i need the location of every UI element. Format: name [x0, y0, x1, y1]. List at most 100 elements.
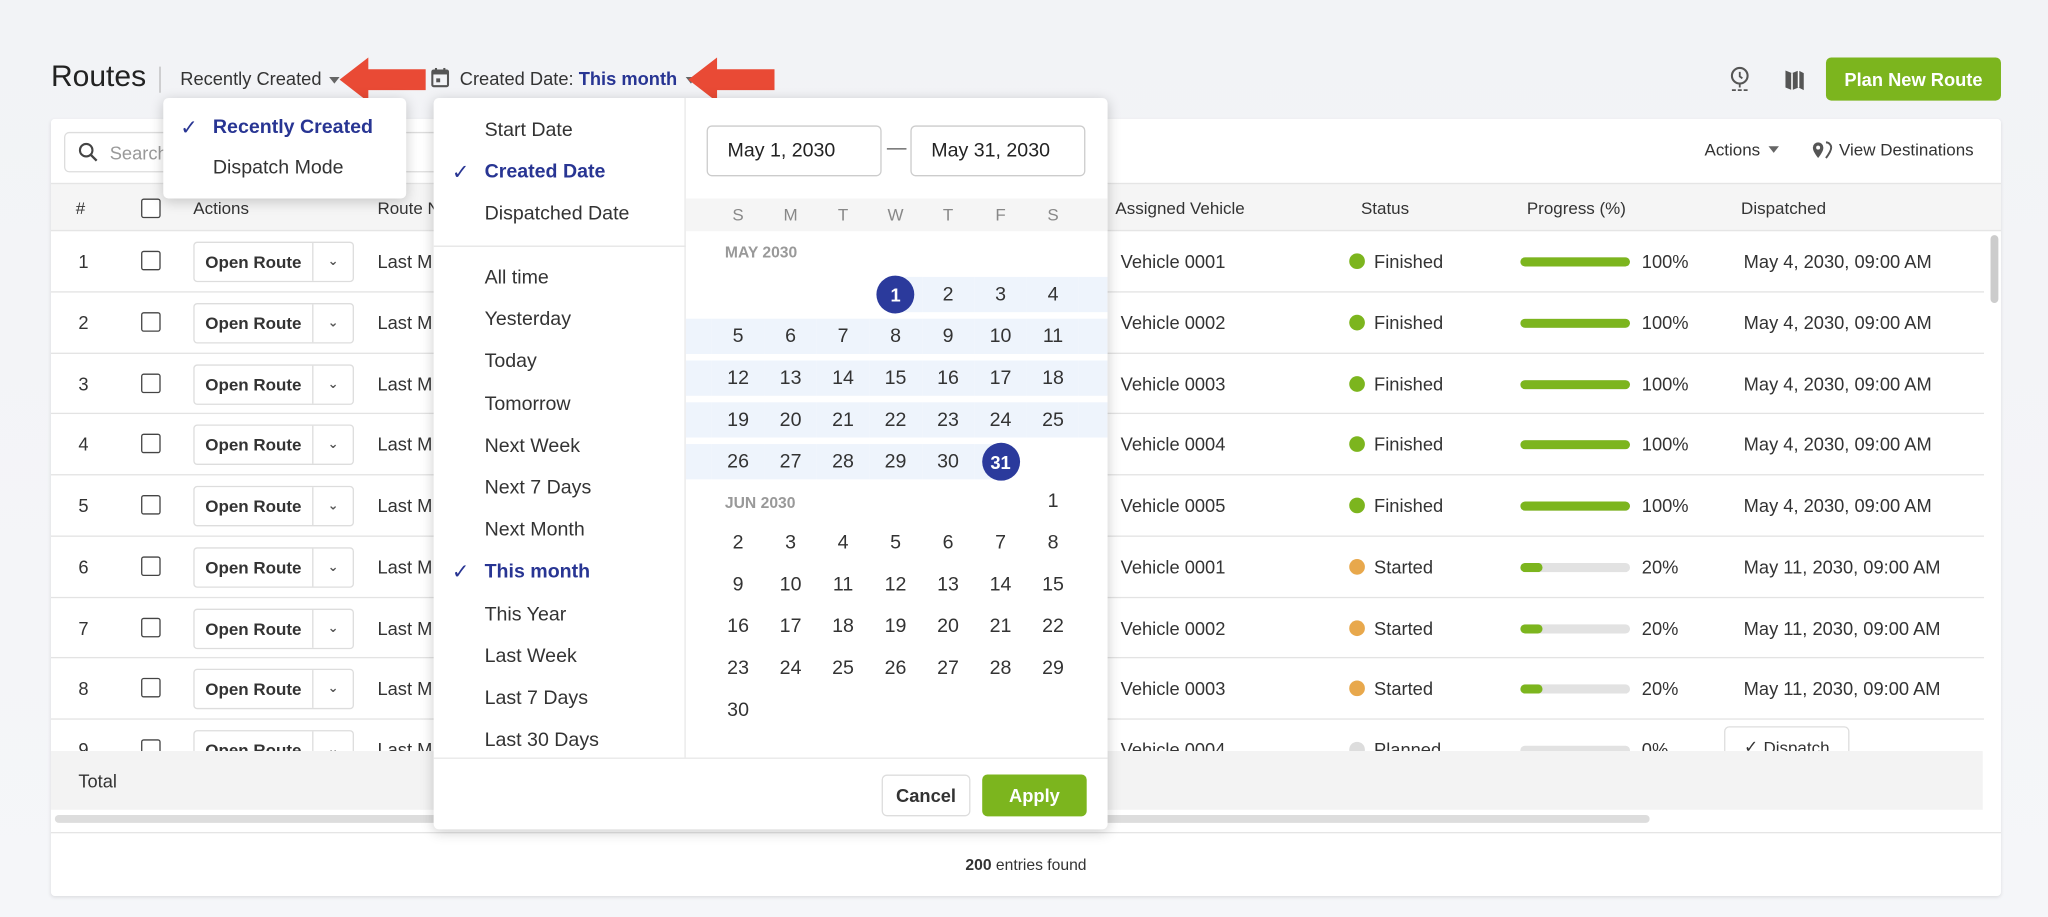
open-route-button[interactable]: Open Route [195, 365, 314, 403]
column-header-dispatched[interactable]: Dispatched [1741, 199, 1826, 219]
calendar-day[interactable]: 2 [921, 276, 975, 313]
column-header-assigned-vehicle[interactable]: Assigned Vehicle [1115, 199, 1244, 219]
date-type-option[interactable]: Start Date [434, 119, 685, 141]
open-route-button[interactable]: Open Route [195, 548, 314, 587]
date-type-option[interactable]: Dispatched Date [434, 202, 685, 224]
calendar-day[interactable]: 5 [711, 318, 765, 354]
calendar-day[interactable]: 24 [974, 402, 1027, 438]
date-preset-option[interactable]: This Year [434, 603, 685, 625]
chevron-down-icon[interactable]: ⌄ [313, 548, 352, 586]
date-preset-option[interactable]: ✓ This month [434, 561, 685, 585]
calendar-day[interactable]: 13 [764, 360, 817, 396]
route-name[interactable]: Last M [377, 373, 432, 394]
calendar-day[interactable]: 28 [816, 444, 870, 480]
calendar-day[interactable]: 19 [869, 609, 921, 644]
calendar-day[interactable]: 22 [1027, 609, 1079, 644]
open-route-button[interactable]: Open Route [195, 487, 314, 526]
calendar-day[interactable]: 23 [712, 650, 764, 685]
vertical-scrollbar[interactable] [1990, 235, 1999, 304]
open-route-button[interactable]: Open Route [195, 303, 314, 342]
calendar-day[interactable]: 8 [869, 318, 922, 354]
open-route-button[interactable]: Open Route [195, 670, 314, 709]
calendar-day[interactable]: 21 [816, 402, 870, 438]
calendar[interactable]: MAY 2030 1 2 3 4 5 6 7 8 9 10 11 12 13 14 15 16 17 18 19 20 2… [685, 231, 1108, 757]
calendar-day[interactable]: 24 [764, 650, 816, 685]
calendar-day[interactable]: 4 [817, 525, 869, 560]
calendar-day[interactable]: 16 [921, 360, 975, 396]
calendar-day[interactable]: 26 [869, 650, 921, 685]
calendar-day[interactable]: 9 [921, 318, 975, 354]
calendar-day[interactable]: 23 [921, 402, 975, 438]
calendar-day[interactable]: 28 [974, 650, 1026, 685]
chevron-down-icon[interactable]: ⌄ [313, 243, 352, 281]
date-preset-option[interactable]: Last 7 Days [434, 687, 685, 709]
calendar-day[interactable]: 27 [922, 650, 974, 685]
route-name[interactable]: Last M [377, 434, 432, 455]
row-checkbox[interactable] [141, 678, 161, 698]
column-header-route-name[interactable]: Route N [377, 199, 439, 219]
calendar-day[interactable]: 21 [974, 609, 1026, 644]
calendar-day[interactable]: 11 [1026, 318, 1080, 354]
open-route-button[interactable]: Open Route [195, 426, 314, 464]
start-date-input[interactable]: May 1, 2030 [706, 125, 882, 177]
calendar-day[interactable]: 29 [869, 444, 922, 480]
date-preset-option[interactable]: All time [434, 266, 685, 288]
calendar-day[interactable]: 20 [764, 402, 817, 438]
route-name[interactable]: Last M [377, 617, 432, 638]
route-name[interactable]: Last M [377, 739, 432, 751]
calendar-day[interactable]: 15 [869, 360, 922, 396]
column-header-status[interactable]: Status [1361, 199, 1409, 219]
row-checkbox[interactable] [141, 495, 161, 515]
sort-dropdown[interactable]: Recently Created [180, 68, 340, 89]
date-preset-option[interactable]: Last 30 Days [434, 729, 685, 751]
row-checkbox[interactable] [141, 739, 161, 752]
calendar-day[interactable]: 14 [974, 567, 1026, 602]
end-date-input[interactable]: May 31, 2030 [910, 125, 1086, 177]
calendar-day[interactable]: 19 [711, 402, 765, 438]
calendar-day[interactable]: 16 [712, 609, 764, 644]
calendar-day[interactable]: 7 [974, 525, 1026, 560]
calendar-day[interactable]: 29 [1027, 650, 1079, 685]
calendar-day[interactable]: 11 [817, 567, 869, 602]
sort-menu-item[interactable]: ✓ Recently Created [163, 116, 406, 140]
date-filter-dropdown[interactable]: Created Date: This month [431, 67, 696, 89]
calendar-day[interactable]: 25 [817, 650, 869, 685]
open-route-button[interactable]: Open Route [195, 731, 314, 752]
date-preset-option[interactable]: Next Week [434, 435, 685, 457]
chevron-down-icon[interactable]: ⌄ [313, 670, 352, 708]
calendar-day[interactable]: 3 [764, 525, 816, 560]
calendar-day[interactable]: 5 [869, 525, 921, 560]
calendar-day[interactable]: 6 [764, 318, 817, 354]
calendar-day[interactable]: 30 [712, 692, 764, 727]
column-header-progress[interactable]: Progress (%) [1527, 199, 1626, 219]
chevron-down-icon[interactable]: ⌄ [313, 487, 352, 525]
map-icon[interactable] [1780, 65, 1809, 94]
apply-button[interactable]: Apply [982, 774, 1087, 817]
route-name[interactable]: Last M [377, 678, 432, 699]
chevron-down-icon[interactable]: ⌄ [313, 304, 352, 342]
calendar-day[interactable]: 8 [1027, 525, 1079, 560]
open-route-button[interactable]: Open Route [195, 609, 314, 648]
row-checkbox[interactable] [141, 433, 161, 454]
calendar-day[interactable]: 1 [1027, 483, 1079, 518]
date-preset-option[interactable]: Next Month [434, 519, 685, 541]
date-preset-option[interactable]: Yesterday [434, 308, 685, 330]
chevron-down-icon[interactable]: ⌄ [313, 365, 352, 403]
view-destinations-button[interactable]: View Destinations [1812, 140, 1974, 159]
row-checkbox[interactable] [141, 617, 161, 637]
calendar-day[interactable]: 14 [816, 360, 870, 396]
calendar-day[interactable]: 25 [1026, 402, 1080, 438]
calendar-day[interactable]: 27 [764, 444, 817, 480]
open-route-button[interactable]: Open Route [195, 242, 314, 281]
date-preset-option[interactable]: Tomorrow [434, 393, 685, 415]
row-checkbox[interactable] [141, 556, 161, 576]
calendar-day[interactable]: 10 [764, 567, 816, 602]
calendar-day[interactable]: 10 [974, 318, 1027, 354]
dispatch-button[interactable]: ✓ Dispatch [1724, 726, 1850, 752]
route-time-icon[interactable] [1725, 65, 1754, 94]
calendar-day[interactable]: 22 [869, 402, 922, 438]
calendar-day[interactable]: 4 [1026, 276, 1080, 313]
route-name[interactable]: Last M [377, 312, 432, 333]
chevron-down-icon[interactable]: ⌄ [313, 609, 352, 647]
date-type-option[interactable]: ✓ Created Date [434, 161, 685, 185]
